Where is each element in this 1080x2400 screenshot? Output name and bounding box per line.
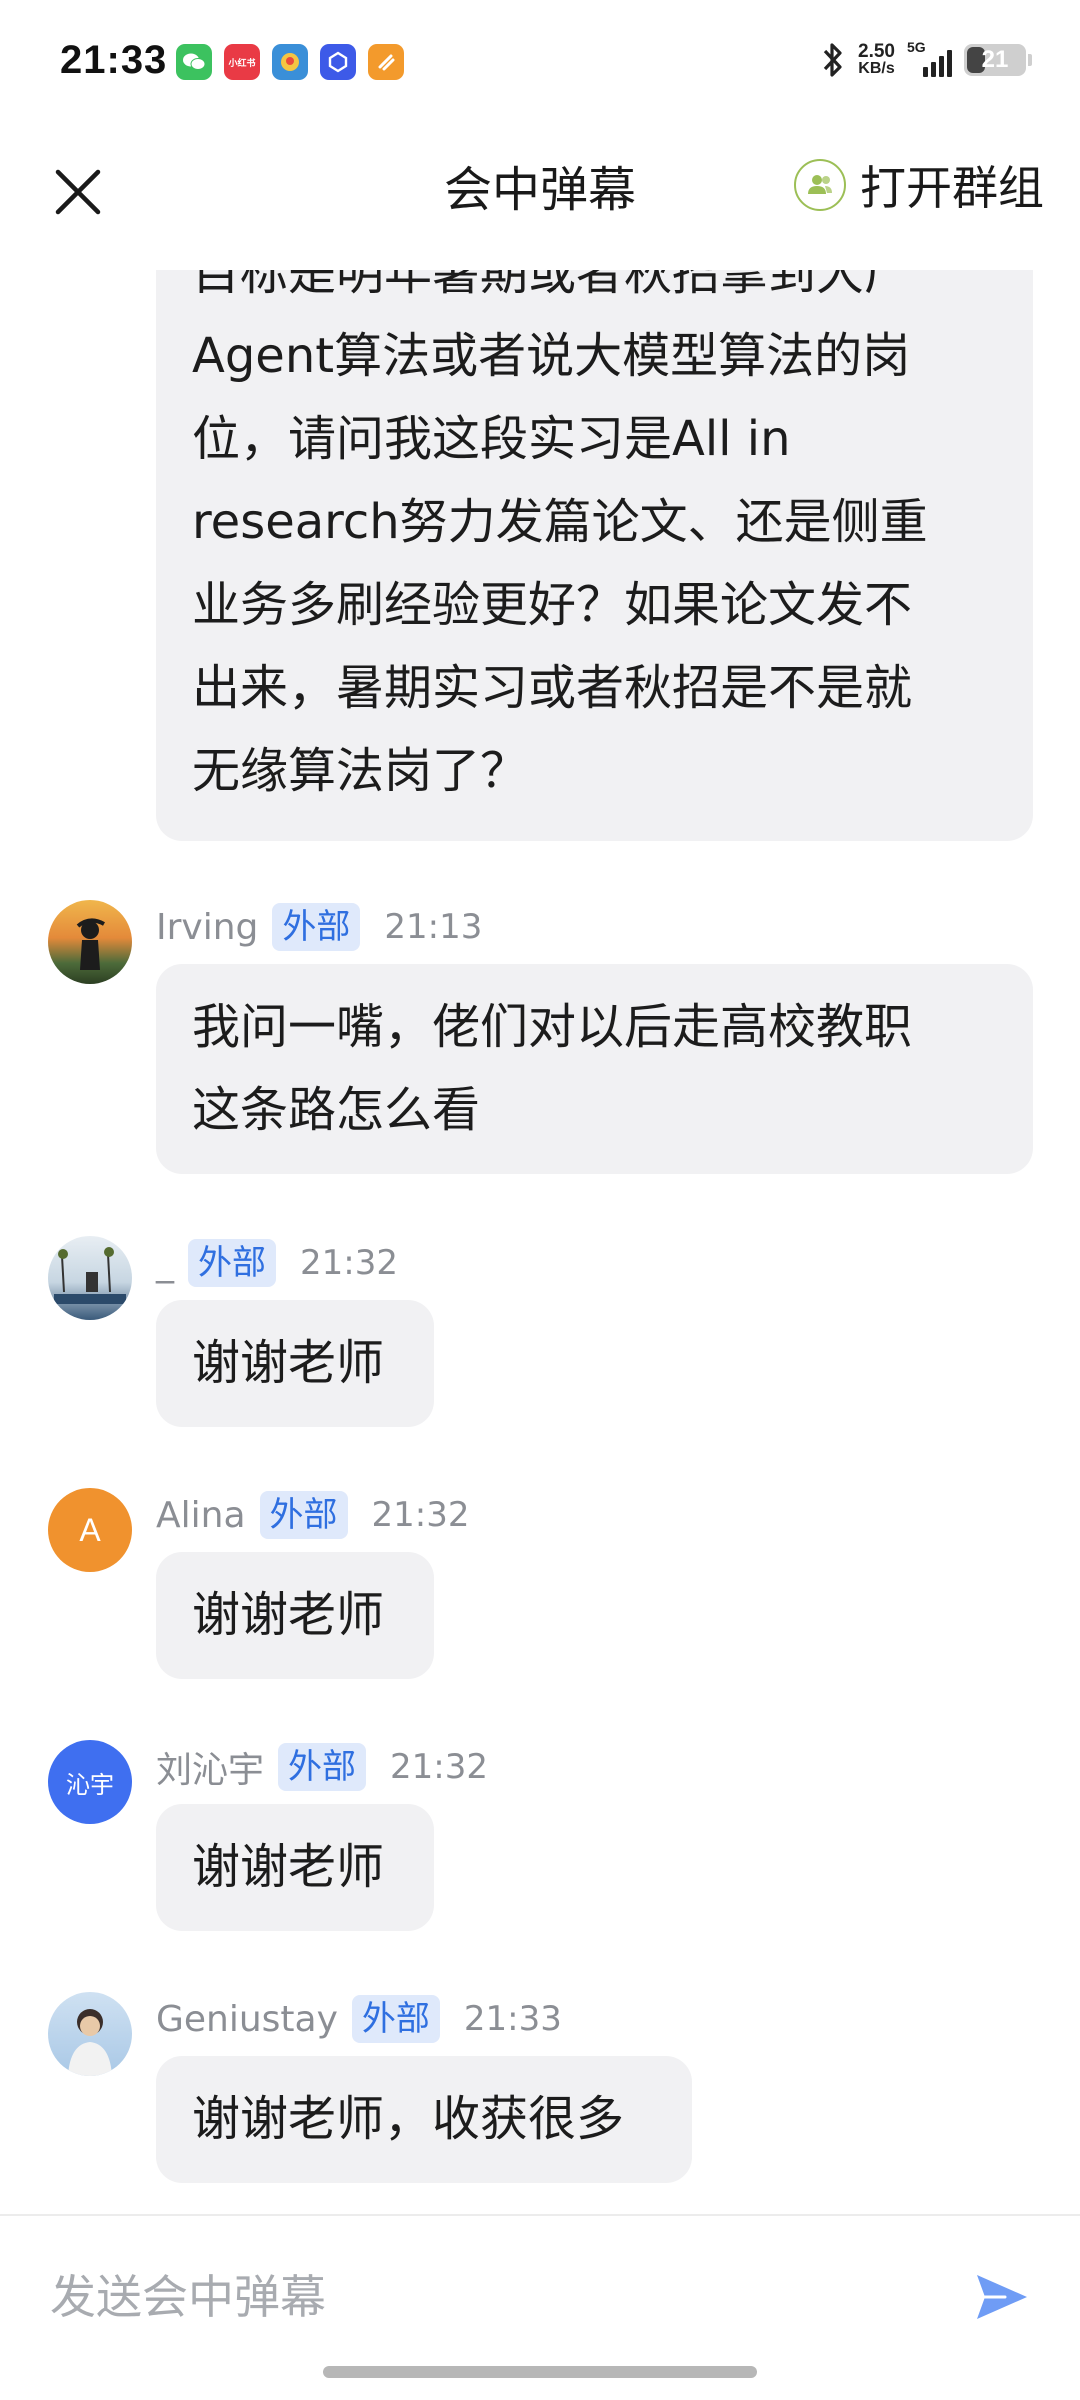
message-time: 21:13 <box>384 907 483 947</box>
message-line: 目标是明年暑期或者秋招拿到大厂 <box>192 270 913 301</box>
external-badge: 外部 <box>278 1743 367 1791</box>
avatar[interactable]: A <box>48 1488 132 1572</box>
message-list[interactable]: 目标是明年暑期或者秋招拿到大厂 Agent算法或者说大模型算法的岗 位，请问我这… <box>0 270 1080 2215</box>
notification-icons: 小红书 <box>176 44 404 80</box>
message-line: 谢谢老师 <box>192 1587 385 1643</box>
avatar-initial: A <box>79 1511 101 1548</box>
message-item: 沁宇 刘沁宇 外部 21:32 谢谢老师 <box>0 1740 1080 1940</box>
comment-input[interactable] <box>48 2256 912 2338</box>
header: 会中弹幕 打开群组 <box>0 130 1080 270</box>
external-badge: 外部 <box>351 1995 440 2043</box>
message-time: 21:32 <box>300 1243 398 1283</box>
sender-name[interactable]: 刘沁宇 <box>156 1741 264 1793</box>
cell-signal-icon: 5G <box>907 39 952 77</box>
message-line: 业务多刷经验更好？如果论文发不 <box>192 577 913 633</box>
message-meta: Irving 外部 21:13 <box>156 900 482 954</box>
sender-name[interactable]: Alina <box>156 1495 246 1536</box>
message-bubble: 谢谢老师 <box>156 1552 434 1679</box>
message-time: 21:33 <box>463 1999 562 2039</box>
sender-name[interactable]: Irving <box>156 907 258 948</box>
close-icon <box>55 169 101 215</box>
message-line: 位，请问我这段实习是All in <box>192 411 791 467</box>
status-bar: 21:33 小红书 2.50 KB/s 5G 21 <box>0 0 1080 130</box>
xiaohongshu-icon-label: 小红书 <box>228 58 256 69</box>
wechat-icon <box>176 44 212 80</box>
message-bubble: 目标是明年暑期或者秋招拿到大厂 Agent算法或者说大模型算法的岗 位，请问我这… <box>156 270 1033 841</box>
message-line: 谢谢老师 <box>192 1839 385 1895</box>
message-time: 21:32 <box>371 1495 470 1535</box>
sender-name[interactable]: _ <box>156 1243 174 1284</box>
message-line: 谢谢老师，收获很多 <box>192 2091 625 2147</box>
open-group-label: 打开群组 <box>860 161 1044 215</box>
message-line: 出来，暑期实习或者秋招是不是就 <box>192 660 913 716</box>
battery-level: 21 <box>981 46 1009 73</box>
send-icon <box>977 2275 1027 2319</box>
message-line: 这条路怎么看 <box>192 1082 481 1138</box>
message-line: 我问一嘴，佬们对以后走高校教职 <box>192 999 913 1055</box>
live-comments-screen: 21:33 小红书 2.50 KB/s 5G 21 会中弹幕 打开群组 目标是明… <box>0 0 1080 2400</box>
close-button[interactable] <box>40 154 116 230</box>
message-item: _ 外部 21:32 谢谢老师 <box>0 1236 1080 1436</box>
map-app-icon <box>272 44 308 80</box>
message-meta: _ 外部 21:32 <box>156 1236 398 1290</box>
message-bubble: 谢谢老师 <box>156 1804 434 1931</box>
message-meta: Alina 外部 21:32 <box>156 1488 470 1542</box>
cube-app-icon <box>320 44 356 80</box>
sender-name[interactable]: Geniustay <box>156 1999 338 2040</box>
network-speed: 2.50 KB/s <box>858 41 895 77</box>
network-type: 5G <box>907 39 926 55</box>
avatar[interactable] <box>48 900 132 984</box>
message-line: 无缘算法岗了？ <box>192 743 529 799</box>
xiaohongshu-icon: 小红书 <box>224 44 260 80</box>
message-meta: 刘沁宇 外部 21:32 <box>156 1740 488 1794</box>
message-line: Agent算法或者说大模型算法的岗 <box>192 328 911 384</box>
message-bubble: 谢谢老师 <box>156 1300 434 1427</box>
message-bubble: 谢谢老师，收获很多 <box>156 2056 692 2183</box>
avatar[interactable] <box>48 1236 132 1320</box>
external-badge: 外部 <box>272 903 361 951</box>
avatar[interactable]: 沁宇 <box>48 1740 132 1824</box>
message-meta: Geniustay 外部 21:33 <box>156 1992 562 2046</box>
group-icon <box>794 159 846 211</box>
message-item: Geniustay 外部 21:33 谢谢老师，收获很多 <box>0 1992 1080 2192</box>
message-line: research努力发篇论文、还是侧重 <box>192 494 928 550</box>
avatar-initial: 沁宇 <box>66 1770 114 1799</box>
message-item: Irving 外部 21:13 我问一嘴，佬们对以后走高校教职 这条路怎么看 <box>0 900 1080 1180</box>
message-item: A Alina 外部 21:32 谢谢老师 <box>0 1488 1080 1688</box>
status-time: 21:33 <box>60 38 168 82</box>
avatar[interactable] <box>48 1992 132 2076</box>
external-badge: 外部 <box>188 1239 276 1287</box>
network-speed-unit: KB/s <box>858 60 895 77</box>
message-time: 21:32 <box>390 1747 488 1787</box>
home-indicator[interactable] <box>323 2366 757 2378</box>
external-badge: 外部 <box>259 1491 348 1539</box>
status-indicators: 2.50 KB/s 5G 21 <box>820 39 1032 80</box>
send-button[interactable] <box>966 2262 1036 2332</box>
bluetooth-icon <box>823 43 842 77</box>
orange-app-icon <box>368 44 404 80</box>
message-line: 谢谢老师 <box>192 1335 385 1391</box>
open-group-button[interactable]: 打开群组 <box>794 152 1044 218</box>
message-bubble: 我问一嘴，佬们对以后走高校教职 这条路怎么看 <box>156 964 1033 1174</box>
battery-icon: 21 <box>964 44 1032 76</box>
network-speed-value: 2.50 <box>858 41 895 62</box>
